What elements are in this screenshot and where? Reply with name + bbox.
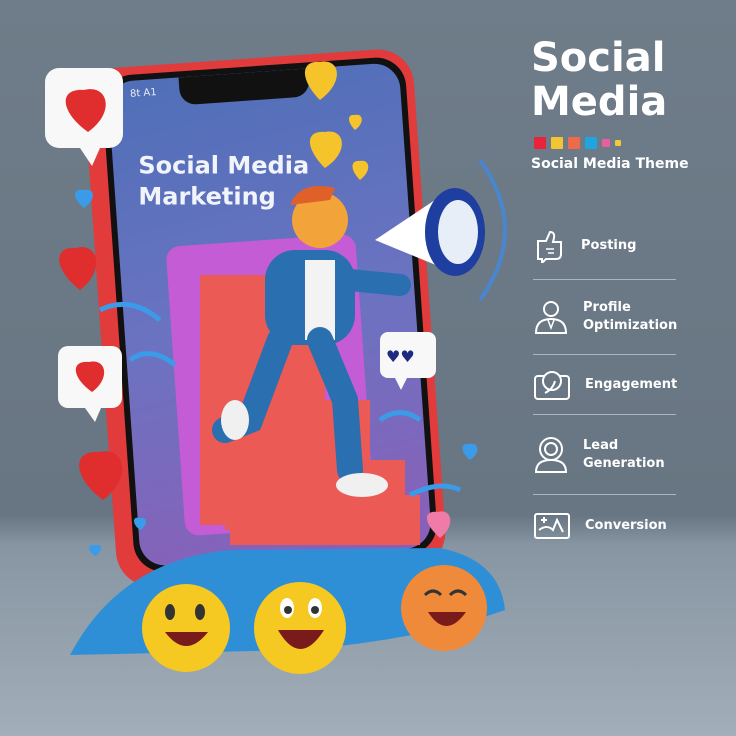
feature-posting: Posting: [533, 212, 676, 280]
emoji-wink: [401, 565, 487, 651]
feature-label: Posting: [581, 237, 637, 253]
feature-label: Profile Optimization: [583, 300, 678, 333]
heart-red: [79, 451, 123, 500]
feature-label: Lead Generation: [583, 437, 673, 473]
color-swatches: [534, 137, 621, 149]
swatch: [615, 140, 621, 146]
feature-label: Conversion: [585, 518, 667, 533]
heart-red: [59, 247, 97, 290]
target-user-icon: [534, 436, 568, 473]
feature-conversion: Conversion: [533, 495, 676, 557]
emoji-smile: [142, 584, 230, 672]
heart-bubble: [58, 346, 122, 422]
page-title: Social Media: [531, 36, 667, 124]
user-icon: [534, 301, 568, 334]
svg-text:♥♥: ♥♥: [386, 347, 415, 366]
feature-list: Posting Profile Optimization Engagement …: [533, 212, 678, 557]
feature-lead-generation: Lead Generation: [533, 415, 676, 495]
heart-yellow: [310, 131, 342, 168]
thumb-icon: [537, 230, 562, 263]
hearts-bubble: ♥♥: [380, 332, 436, 390]
title-line2: Media: [531, 79, 668, 125]
feature-label-text: Lead Generation: [583, 437, 665, 471]
feature-profile-optimization: Profile Optimization: [533, 280, 678, 355]
title-line1: Social: [531, 35, 666, 81]
swatch: [602, 139, 610, 147]
emoji-laugh: [254, 582, 346, 674]
engagement-icon: [534, 370, 570, 400]
swatch: [551, 137, 563, 149]
feature-engagement: Engagement: [533, 355, 678, 415]
heart-yellow: [349, 114, 362, 130]
swatch: [568, 137, 580, 149]
heart-pink: [426, 511, 451, 538]
heart-yellow: [305, 61, 337, 100]
swatch: [534, 137, 546, 149]
heart-yellow: [352, 160, 369, 180]
swatch: [585, 137, 597, 149]
subtitle: Social Media Theme: [531, 156, 689, 172]
heart-bubble: [45, 68, 123, 166]
feature-label: Engagement: [585, 376, 678, 392]
conversion-icon: [534, 513, 570, 539]
